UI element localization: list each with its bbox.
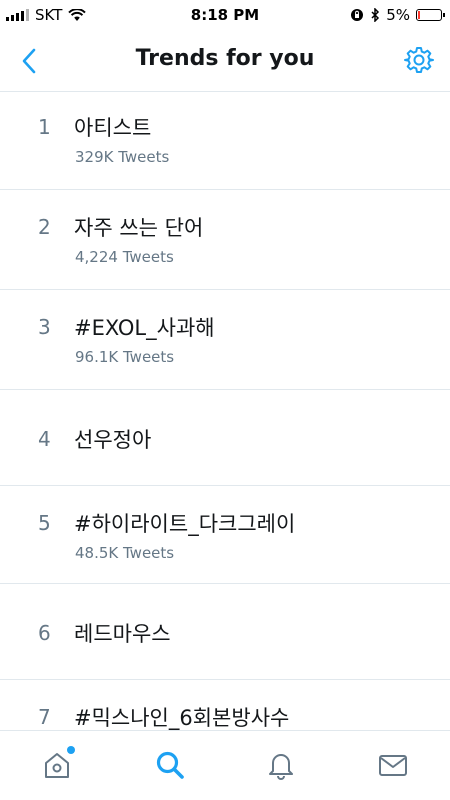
trend-rank: 7 xyxy=(38,705,51,729)
trend-name: #EXOL_사과해 xyxy=(74,316,215,340)
page-title: Trends for you xyxy=(135,46,315,71)
trend-name: 레드마우스 xyxy=(74,622,171,646)
trend-item[interactable]: 1 아티스트 329K Tweets xyxy=(0,92,450,190)
trend-rank: 4 xyxy=(38,427,51,451)
tab-search[interactable] xyxy=(150,745,190,785)
trend-item[interactable]: 5 #하이라이트_다크그레이 48.5K Tweets xyxy=(0,486,450,584)
trend-rank: 3 xyxy=(38,315,51,339)
tab-home[interactable] xyxy=(37,745,77,785)
trend-tweet-count: 48.5K Tweets xyxy=(75,544,175,562)
messages-envelope-icon xyxy=(379,755,407,776)
orientation-lock-icon xyxy=(351,9,364,21)
trends-list: 1 아티스트 329K Tweets 2 자주 쓰는 단어 4,224 Twee… xyxy=(0,92,450,730)
gear-icon xyxy=(404,47,434,73)
trend-name: 자주 쓰는 단어 xyxy=(74,216,204,240)
status-bar: SKT 8:18 PM 5% xyxy=(0,0,450,30)
nav-header: Trends for you xyxy=(0,30,450,92)
tab-bar xyxy=(0,730,450,800)
trend-name: #하이라이트_다크그레이 xyxy=(74,512,296,536)
search-icon xyxy=(156,751,184,779)
trend-name: 선우정아 xyxy=(74,428,152,452)
trend-rank: 5 xyxy=(38,511,51,535)
tab-notifications[interactable] xyxy=(261,745,301,785)
trend-item[interactable]: 6 레드마우스 xyxy=(0,584,450,680)
trend-rank: 1 xyxy=(38,115,51,139)
status-right: 5% xyxy=(350,6,445,24)
trend-tweet-count: 96.1K Tweets xyxy=(75,348,175,366)
notifications-bell-icon xyxy=(269,754,293,780)
trend-rank: 6 xyxy=(38,621,51,645)
trend-tweet-count: 4,224 Tweets xyxy=(75,248,174,266)
unread-dot xyxy=(67,746,75,754)
trend-name: #믹스나인_6회본방사수 xyxy=(74,706,290,730)
settings-button[interactable] xyxy=(402,43,436,77)
battery-icon xyxy=(416,9,445,21)
tab-messages[interactable] xyxy=(373,745,413,785)
home-icon xyxy=(45,753,69,778)
trend-item[interactable]: 4 선우정아 xyxy=(0,390,450,486)
trend-item[interactable]: 2 자주 쓰는 단어 4,224 Tweets xyxy=(0,190,450,290)
battery-percent: 5% xyxy=(386,6,410,24)
bluetooth-icon xyxy=(371,8,380,22)
trend-rank: 2 xyxy=(38,215,51,239)
trend-tweet-count: 329K Tweets xyxy=(75,148,170,166)
trend-name: 아티스트 xyxy=(74,116,152,140)
trend-item[interactable]: 7 #믹스나인_6회본방사수 xyxy=(0,680,450,730)
trend-item[interactable]: 3 #EXOL_사과해 96.1K Tweets xyxy=(0,290,450,390)
